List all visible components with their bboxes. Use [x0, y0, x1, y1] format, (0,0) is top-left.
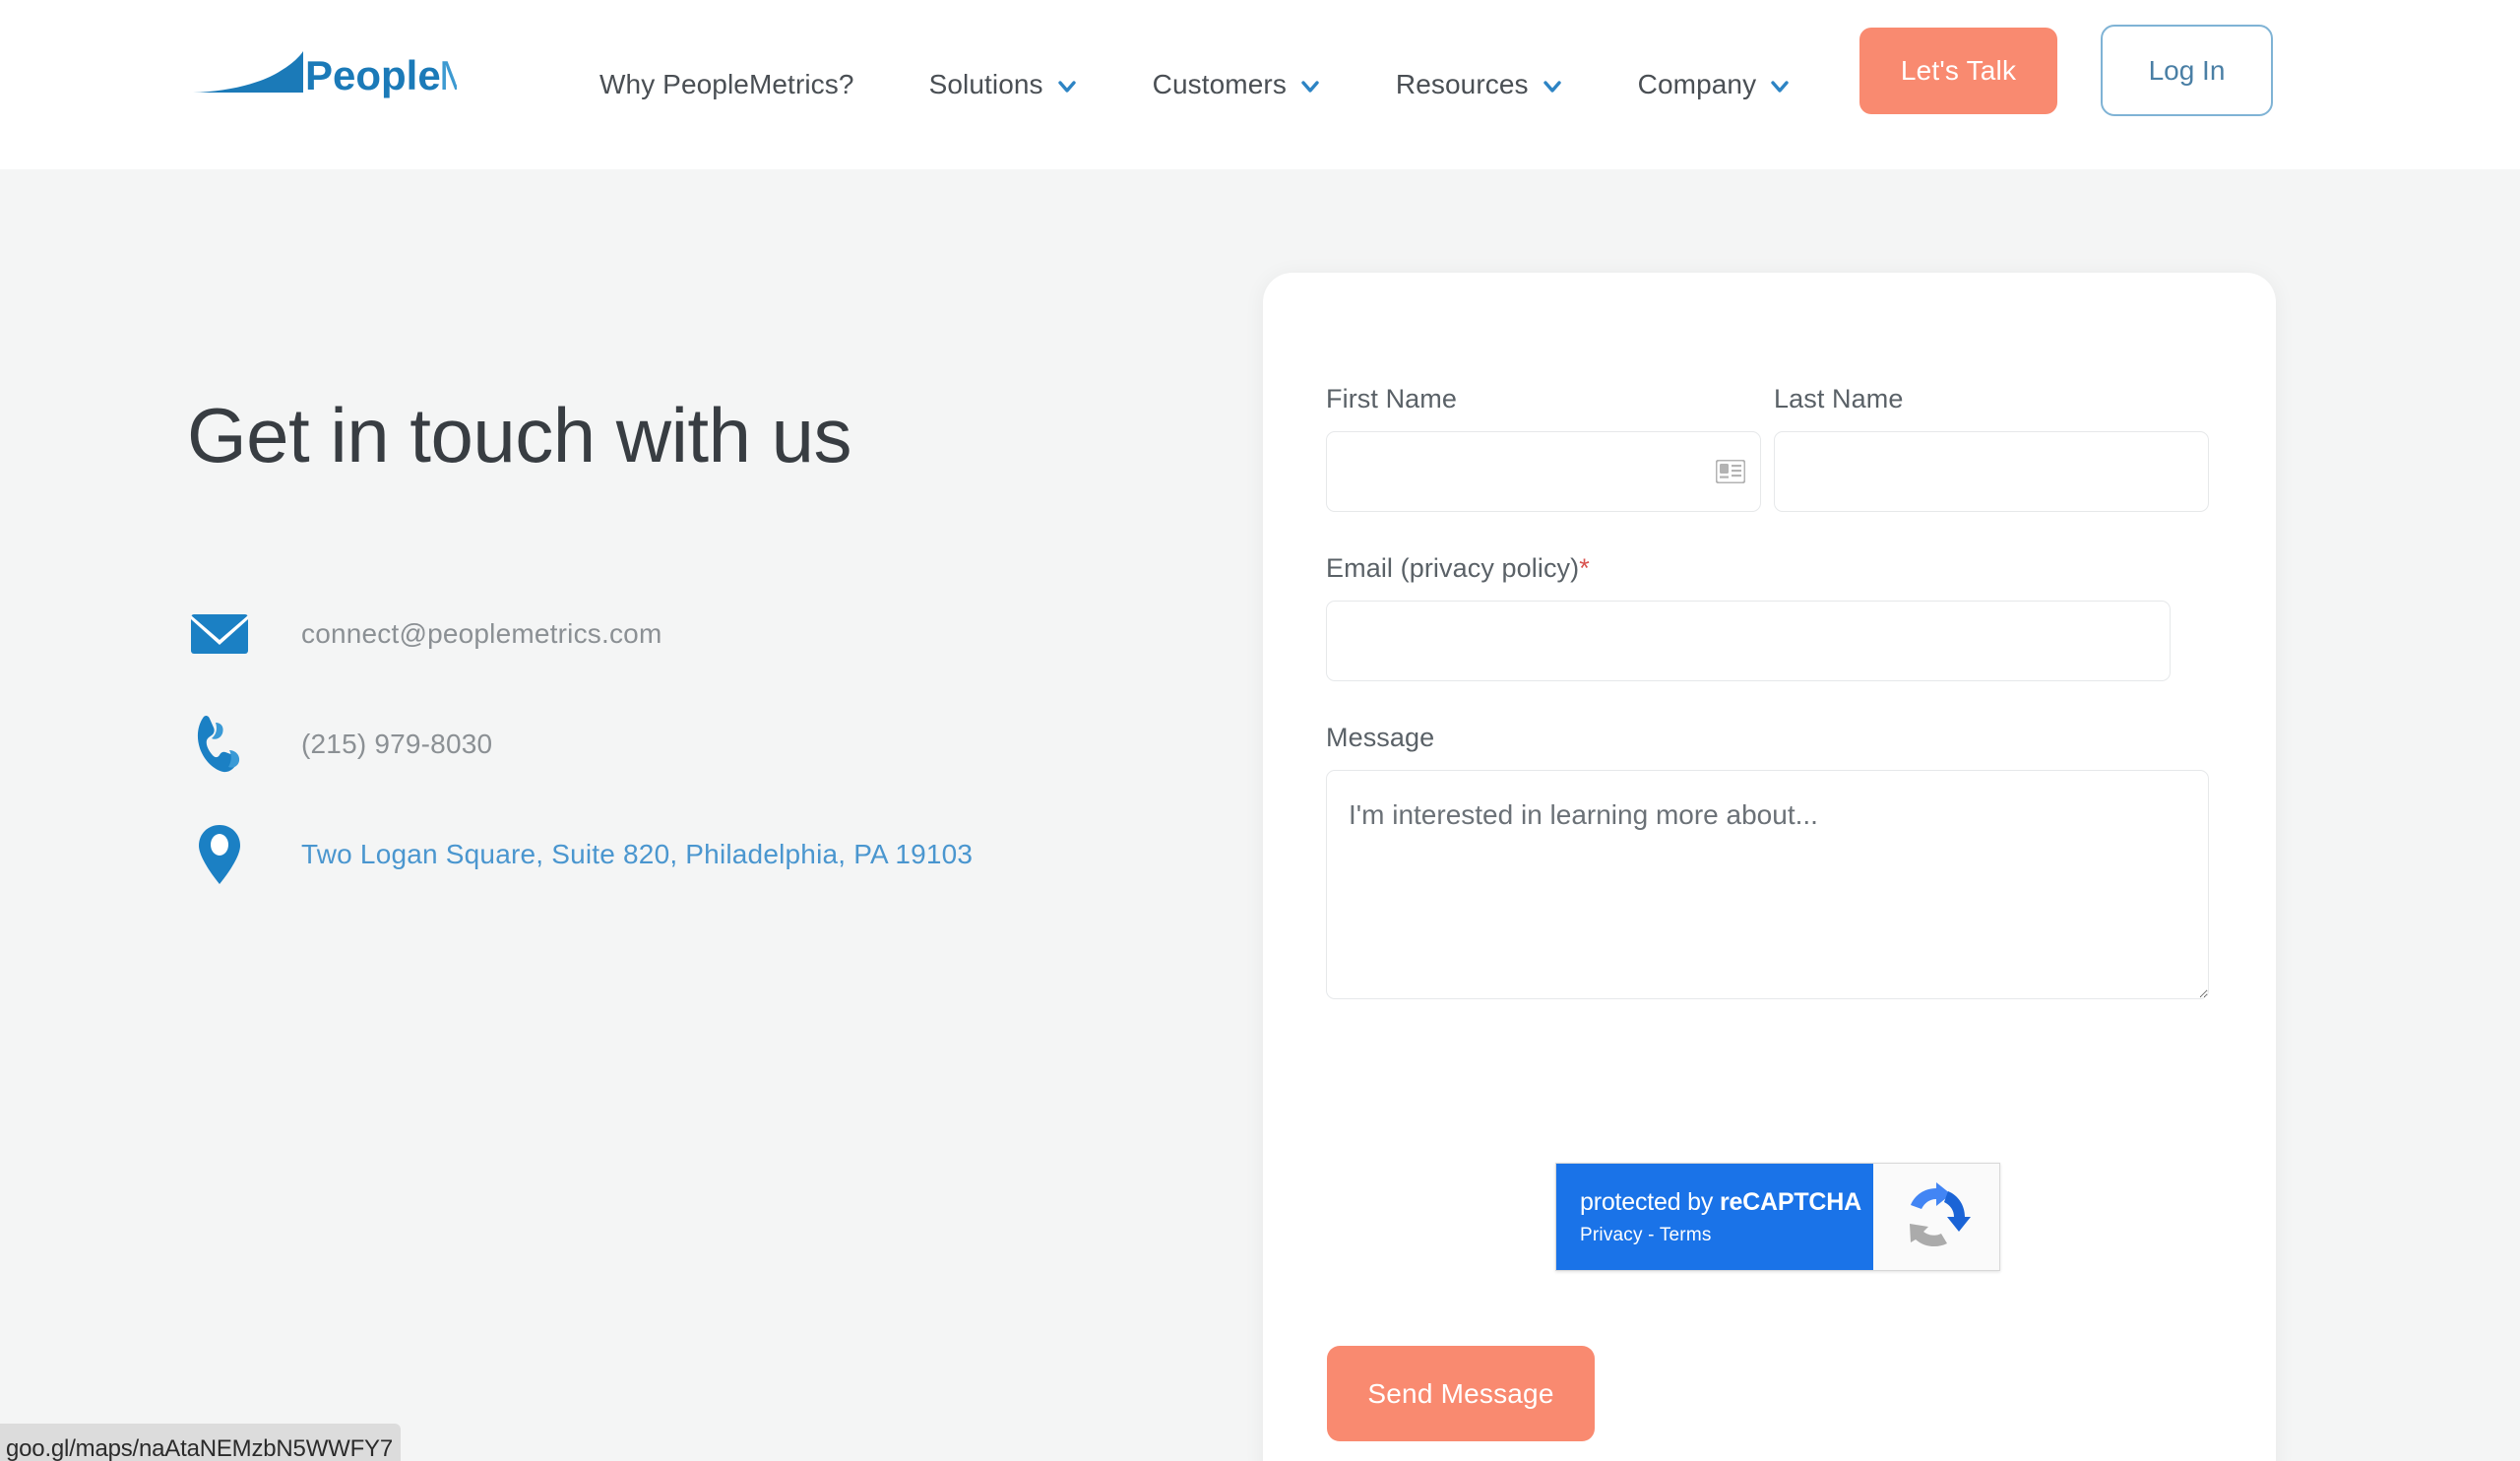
last-name-label: Last Name	[1774, 384, 1904, 413]
nav-item-company[interactable]: Company	[1601, 69, 1829, 100]
nav-item-resources[interactable]: Resources	[1358, 69, 1601, 100]
envelope-icon	[187, 612, 252, 656]
nav-item-customers[interactable]: Customers	[1115, 69, 1358, 100]
recaptcha-badge[interactable]: protected by reCAPTCHA Privacy - Terms	[1555, 1163, 2000, 1271]
last-name-input[interactable]	[1774, 431, 2209, 512]
recaptcha-prefix: protected by	[1580, 1187, 1720, 1216]
email-label: Email (privacy policy)*	[1326, 553, 2210, 584]
recaptcha-logo-panel	[1873, 1164, 1999, 1270]
contact-info-section: Get in touch with us connect@peoplemetri…	[187, 392, 1171, 920]
logo-icon: People Metrics	[193, 51, 457, 98]
recaptcha-brand: reCAPTCHA	[1719, 1187, 1861, 1216]
browser-status-bar: goo.gl/maps/naAtaNEMzbN5WWFY7	[0, 1424, 402, 1461]
nav-item-label: Resources	[1395, 69, 1529, 99]
nav-item-label: Customers	[1152, 69, 1287, 99]
first-name-label: First Name	[1326, 384, 1458, 413]
phone-icon	[187, 715, 252, 774]
page-title: Get in touch with us	[187, 392, 852, 478]
chevron-down-icon	[1769, 76, 1791, 97]
chevron-down-icon	[1056, 76, 1078, 97]
lets-talk-button[interactable]: Let's Talk	[1859, 28, 2057, 114]
contact-form: First Name Last Name Email (privacy poli…	[1326, 384, 2210, 1004]
status-bar-url: goo.gl/maps/naAtaNEMzbN5WWFY7	[6, 1435, 394, 1461]
first-name-input-wrap	[1326, 431, 1761, 512]
svg-text:People: People	[305, 52, 441, 98]
nav-item-label: Solutions	[928, 69, 1043, 99]
log-in-button[interactable]: Log In	[2101, 25, 2273, 116]
nav-item-label: Company	[1637, 69, 1757, 99]
main-navigation: Why PeopleMetrics? Solutions Customers R…	[599, 0, 1828, 169]
nav-item-label: Why PeopleMetrics?	[599, 69, 854, 99]
contact-address-link[interactable]: Two Logan Square, Suite 820, Philadelphi…	[301, 839, 973, 870]
recaptcha-privacy-terms[interactable]: Privacy - Terms	[1580, 1225, 1873, 1246]
email-label-text: Email (privacy policy)	[1326, 553, 1580, 583]
contact-phone-text: (215) 979-8030	[301, 728, 493, 759]
first-name-group: First Name	[1326, 384, 1761, 512]
nav-item-solutions[interactable]: Solutions	[892, 69, 1115, 100]
contact-row-email[interactable]: connect@peoplemetrics.com	[187, 589, 1171, 679]
message-label: Message	[1326, 723, 1435, 752]
email-input[interactable]	[1326, 601, 2171, 681]
svg-text:Metrics: Metrics	[439, 52, 457, 98]
peoplemetrics-logo[interactable]: People Metrics	[193, 46, 457, 99]
required-asterisk: *	[1579, 553, 1590, 583]
first-name-input[interactable]	[1326, 431, 1761, 512]
contact-form-card: First Name Last Name Email (privacy poli…	[1263, 273, 2276, 1461]
contact-email-text: connect@peoplemetrics.com	[301, 617, 662, 649]
contact-row-address[interactable]: Two Logan Square, Suite 820, Philadelphi…	[187, 809, 1171, 900]
contact-list: connect@peoplemetrics.com (215) 979-8030…	[187, 589, 1171, 900]
contact-row-phone[interactable]: (215) 979-8030	[187, 699, 1171, 790]
map-pin-icon	[187, 824, 252, 885]
email-group: Email (privacy policy)*	[1326, 553, 2210, 681]
recaptcha-text-panel: protected by reCAPTCHA Privacy - Terms	[1556, 1164, 1873, 1270]
message-textarea[interactable]	[1326, 770, 2209, 999]
message-group: Message	[1326, 723, 2210, 1004]
recaptcha-title: protected by reCAPTCHA	[1580, 1188, 1873, 1217]
chevron-down-icon	[1299, 76, 1321, 97]
recaptcha-icon	[1910, 1182, 1971, 1247]
nav-item-why-peoplemetrics[interactable]: Why PeopleMetrics?	[599, 69, 892, 100]
chevron-down-icon	[1542, 76, 1563, 97]
name-fields-row: First Name Last Name	[1326, 384, 2210, 512]
site-header: People Metrics Why PeopleMetrics? Soluti…	[0, 0, 2520, 169]
last-name-group: Last Name	[1774, 384, 2209, 512]
send-message-button[interactable]: Send Message	[1327, 1346, 1595, 1441]
